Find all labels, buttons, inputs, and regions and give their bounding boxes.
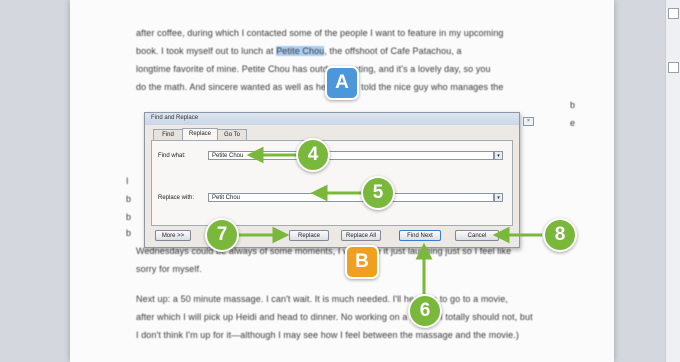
arrow-6-head: [415, 242, 433, 260]
callout-6: 6: [408, 294, 442, 328]
callout-8: 8: [543, 218, 577, 252]
arrow-7-head: [272, 226, 290, 244]
callout-b: B: [345, 245, 379, 279]
callout-arrows: [238, 146, 542, 294]
callout-a: A: [325, 66, 359, 100]
callout-5: 5: [361, 176, 395, 210]
callout-7: 7: [205, 218, 239, 252]
arrow-4-head: [246, 146, 264, 164]
arrow-5-head: [310, 184, 328, 202]
arrow-8-head: [492, 226, 510, 244]
callout-4: 4: [296, 138, 330, 172]
